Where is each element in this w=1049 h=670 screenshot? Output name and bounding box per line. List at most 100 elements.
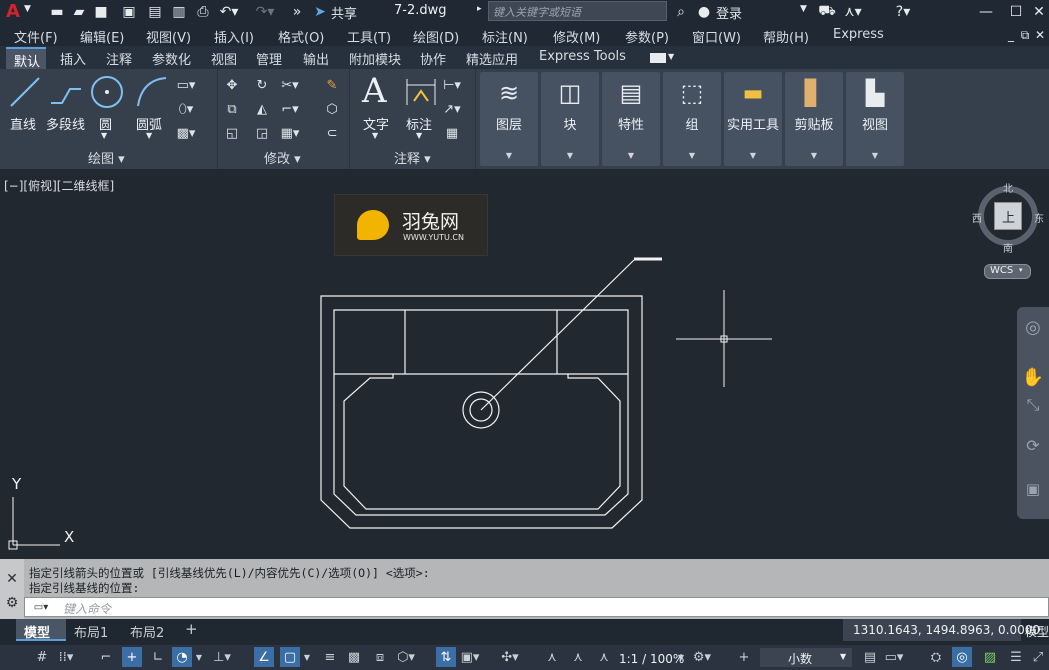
layers-button[interactable]: ≋ 图层 ▼ xyxy=(480,72,538,166)
dimension-icon[interactable] xyxy=(404,75,438,109)
mirror-icon[interactable]: ◭ xyxy=(252,99,272,119)
search-icon[interactable]: ⌕ xyxy=(672,2,690,22)
dimension-dropdown-icon[interactable]: ▼ xyxy=(416,131,422,140)
web-mobile-icon[interactable]: ▤ xyxy=(146,2,164,22)
menu-express[interactable]: Express xyxy=(833,27,884,42)
arc-icon[interactable] xyxy=(134,74,170,110)
autodesk-app-icon[interactable]: ⋏▾ xyxy=(840,2,866,22)
line-tool[interactable]: 直线 xyxy=(10,114,36,133)
text-dropdown-icon[interactable]: ▼ xyxy=(372,131,378,140)
viewcube-face[interactable]: 上 xyxy=(994,202,1022,230)
annotation-scale-icon[interactable]: ⋏ xyxy=(594,647,614,667)
array-icon[interactable]: ▦▾ xyxy=(280,123,300,143)
menu-window[interactable]: 窗口(W) xyxy=(692,27,741,46)
osnap-dropdown-icon[interactable]: ▼ xyxy=(302,647,312,667)
3d-osnap-icon[interactable]: ⬡▾ xyxy=(396,647,416,667)
selection-cycling-icon[interactable]: ⧈ xyxy=(370,647,390,667)
menu-edit[interactable]: 编辑(E) xyxy=(80,27,124,46)
save-icon[interactable]: ■ xyxy=(92,2,110,22)
command-input[interactable]: ▭▾ 键入命令 xyxy=(24,597,1049,617)
polar-tracking-icon[interactable]: ◔ xyxy=(172,647,192,667)
menu-help[interactable]: 帮助(H) xyxy=(763,27,809,46)
fullscreen-icon[interactable]: ⤢ xyxy=(1028,647,1048,667)
pan-icon[interactable]: ✋ xyxy=(1021,365,1045,389)
isodraft-icon[interactable]: ⊥▾ xyxy=(212,647,232,667)
menu-format[interactable]: 格式(O) xyxy=(278,27,324,46)
annotation-monitor-icon[interactable]: + xyxy=(734,647,754,667)
dynamic-input-icon[interactable]: + xyxy=(122,647,142,667)
clipboard-button[interactable]: ▋ 剪贴板 ▼ xyxy=(785,72,843,166)
transparency-icon[interactable]: ▩ xyxy=(344,647,364,667)
minimize-icon[interactable]: — xyxy=(976,2,996,22)
app-logo[interactable]: A xyxy=(6,1,20,22)
clean-screen-icon[interactable]: ▨ xyxy=(980,647,1000,667)
circle-icon[interactable] xyxy=(89,74,125,110)
menu-insert[interactable]: 插入(I) xyxy=(214,27,254,46)
menu-parametric[interactable]: 参数(P) xyxy=(625,27,669,46)
tab-layout2[interactable]: 布局2 xyxy=(130,622,164,641)
search-input[interactable]: 键入关键字或短语 xyxy=(488,1,667,21)
workspace-gear-icon[interactable]: ⚙▾ xyxy=(692,647,712,667)
open-folder-icon[interactable]: ▰ xyxy=(70,2,88,22)
close-command-icon[interactable]: ✕ xyxy=(4,571,20,587)
menu-view[interactable]: 视图(V) xyxy=(146,27,191,46)
dynamic-ucs-icon[interactable]: ⇅ xyxy=(436,647,456,667)
view-button[interactable]: ▙ 视图 ▼ xyxy=(846,72,904,166)
hardware-acceleration-icon[interactable]: ◎ xyxy=(952,647,972,667)
more-tools-icon[interactable]: » xyxy=(290,2,304,22)
scale-icon[interactable]: ◲ xyxy=(252,123,272,143)
gizmo-icon[interactable]: ✣▾ xyxy=(500,647,520,667)
redo-icon[interactable]: ↷▾ xyxy=(254,2,276,22)
compass-west[interactable]: 西 xyxy=(972,210,982,225)
tab-collaborate[interactable]: 协作 xyxy=(420,49,446,68)
close-icon[interactable]: ✕ xyxy=(1030,2,1048,22)
export-icon[interactable]: ▥ xyxy=(170,2,188,22)
zoom-extents-icon[interactable]: ⤡ xyxy=(1021,393,1045,417)
new-file-icon[interactable]: ▬ xyxy=(48,2,66,22)
ortho-icon[interactable]: ∟ xyxy=(148,647,168,667)
orbit-icon[interactable]: ⟳ xyxy=(1021,433,1045,457)
object-snap-tracking-icon[interactable]: ∠ xyxy=(254,647,274,667)
save-as-icon[interactable]: ▣ xyxy=(120,2,138,22)
polyline-tool[interactable]: 多段线 xyxy=(46,114,85,133)
doc-restore-icon[interactable]: ⧉ xyxy=(1018,27,1032,43)
explode-icon[interactable]: ⬡ xyxy=(322,99,342,119)
add-layout-button[interactable]: + xyxy=(185,620,198,638)
lock-ui-icon[interactable]: ▭▾ xyxy=(884,647,904,667)
isolate-objects-icon[interactable]: ⛭ xyxy=(926,647,946,667)
erase-icon[interactable]: ✎ xyxy=(322,75,342,95)
snap-mode-icon[interactable]: ⁞⁞▾ xyxy=(56,647,76,667)
line-icon[interactable] xyxy=(8,75,42,109)
menu-tools[interactable]: 工具(T) xyxy=(347,27,391,46)
doc-close-icon[interactable]: ✕ xyxy=(1033,27,1047,43)
copy-icon[interactable]: ⧉ xyxy=(222,99,242,119)
annotation-scale-value[interactable]: 1:1 / 100% xyxy=(619,652,684,666)
object-snap-icon[interactable]: ▢ xyxy=(280,647,300,667)
tab-view[interactable]: 视图 xyxy=(211,49,237,68)
annotation-panel-title[interactable]: 注释 ▾ xyxy=(394,148,431,167)
boundary-icon[interactable]: ▩▾ xyxy=(176,123,196,143)
menu-file[interactable]: 文件(F) xyxy=(14,27,58,46)
scale-dropdown-icon[interactable]: ▼ xyxy=(676,647,686,667)
grid-icon[interactable]: # xyxy=(32,647,52,667)
showmotion-icon[interactable]: ▣ xyxy=(1021,477,1045,501)
tab-layout1[interactable]: 布局1 xyxy=(74,622,108,641)
doc-minimize-icon[interactable]: _ xyxy=(1004,27,1018,43)
fillet-icon[interactable]: ⌐▾ xyxy=(280,99,300,119)
tab-express-tools[interactable]: Express Tools xyxy=(539,49,626,64)
offset-icon[interactable]: ⊂ xyxy=(322,123,342,143)
units-dropdown[interactable]: 小数 ▼ xyxy=(760,648,852,667)
maximize-icon[interactable]: ☐ xyxy=(1006,2,1026,22)
tab-default-active[interactable]: 默认 xyxy=(6,47,46,70)
customize-wrench-icon[interactable]: ⚙ xyxy=(4,595,20,611)
polar-dropdown-icon[interactable]: ▼ xyxy=(194,647,204,667)
linear-dim-icon[interactable]: ⊢▾ xyxy=(442,75,462,95)
search-expand-icon[interactable]: ▸ xyxy=(477,4,482,14)
modify-panel-title[interactable]: 修改 ▾ xyxy=(264,148,301,167)
properties-button[interactable]: ▤ 特性 ▼ xyxy=(602,72,660,166)
stretch-icon[interactable]: ◱ xyxy=(222,123,242,143)
annotation-visibility-icon[interactable]: ⋏ xyxy=(542,647,562,667)
tab-annotate[interactable]: 注释 xyxy=(106,49,132,68)
move-icon[interactable]: ✥ xyxy=(222,75,242,95)
app-menu-arrow-icon[interactable]: ▼ xyxy=(24,4,31,14)
